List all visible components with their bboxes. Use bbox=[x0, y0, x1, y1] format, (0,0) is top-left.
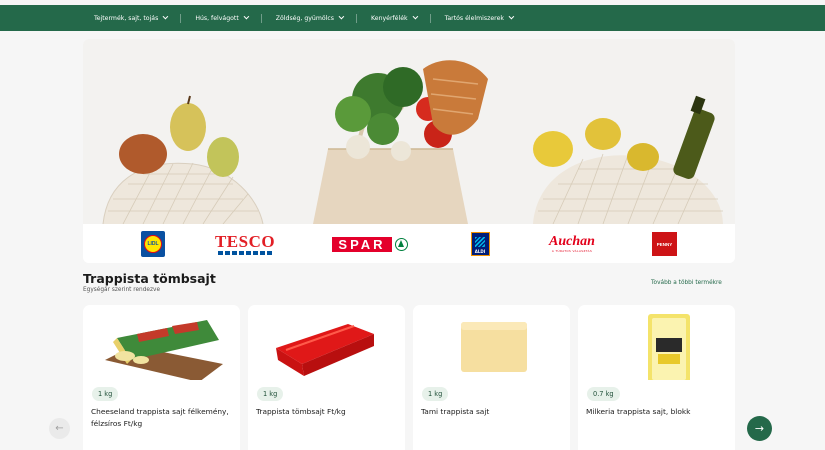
product-card[interactable]: 1 kg Cheeseland trappista sajt félkemény… bbox=[83, 305, 240, 450]
nav-divider bbox=[356, 13, 358, 23]
chevron-down-icon bbox=[338, 13, 345, 20]
nav-item-bread[interactable]: Kenyérfélék bbox=[371, 13, 418, 22]
aldi-logo-text: ALDI bbox=[474, 249, 486, 254]
store-logos-row: LIDL TESCO SPAR ALDI Auchan A TÚRATOS VÁL… bbox=[83, 224, 735, 263]
penny-logo-text: PENNY bbox=[652, 232, 677, 256]
product-card[interactable]: 0.7 kg Milkeria trappista sajt, blokk bbox=[578, 305, 735, 450]
tesco-logo[interactable]: TESCO bbox=[215, 231, 275, 257]
tesco-stripes bbox=[218, 251, 272, 255]
arrow-left-icon: ← bbox=[55, 423, 64, 434]
product-image bbox=[413, 305, 570, 383]
product-card[interactable]: 1 kg Tami trappista sajt bbox=[413, 305, 570, 450]
spar-logo-text: SPAR bbox=[332, 236, 392, 252]
penny-logo[interactable]: PENNY bbox=[652, 231, 677, 257]
spar-tree-icon bbox=[394, 237, 408, 251]
chevron-down-icon bbox=[508, 13, 515, 20]
tesco-logo-text: TESCO bbox=[214, 232, 276, 251]
more-products-link[interactable]: Tovább a többi termékre bbox=[651, 280, 722, 286]
chevron-down-icon bbox=[243, 13, 250, 20]
chevron-down-icon bbox=[162, 13, 169, 20]
nav-divider bbox=[429, 13, 431, 23]
auchan-logo-text: Auchan bbox=[549, 234, 595, 249]
nav-item-label: Tartós élelmiszerek bbox=[444, 14, 504, 22]
product-name: Trappista tömbsajt Ft/kg bbox=[256, 407, 346, 416]
chevron-down-icon bbox=[412, 13, 418, 20]
product-card[interactable]: 1 kg Trappista tömbsajt Ft/kg bbox=[248, 305, 405, 450]
nav-item-produce[interactable]: Zöldség, gyümölcs bbox=[275, 13, 345, 22]
spar-logo[interactable]: SPAR bbox=[324, 231, 416, 257]
quantity-badge: 1 kg bbox=[257, 387, 284, 401]
quantity-badge: 0.7 kg bbox=[587, 387, 620, 401]
product-name: Tami trappista sajt bbox=[421, 407, 490, 416]
nav-item-label: Zöldség, gyümölcs bbox=[275, 14, 335, 22]
aldi-logo[interactable]: ALDI bbox=[470, 231, 490, 257]
aldi-stripes bbox=[475, 237, 485, 247]
product-image bbox=[248, 305, 405, 383]
quantity-badge: 1 kg bbox=[422, 387, 449, 401]
product-name: Cheeseland trappista sajt félkemény, fél… bbox=[91, 407, 229, 428]
carousel-prev-button[interactable]: ← bbox=[49, 418, 70, 439]
nav-item-label: Tejtermék, sajt, tojás bbox=[94, 14, 159, 22]
auchan-tagline: A TÚRATOS VÁLASZTÁS bbox=[551, 249, 593, 253]
nav-item-pantry[interactable]: Tartós élelmiszerek bbox=[444, 13, 515, 22]
product-name: Milkeria trappista sajt, blokk bbox=[586, 407, 691, 416]
nav-item-dairy[interactable]: Tejtermék, sajt, tojás bbox=[94, 13, 169, 22]
nav-divider bbox=[180, 13, 182, 23]
quantity-badge: 1 kg bbox=[92, 387, 119, 401]
carousel-next-button[interactable]: → bbox=[747, 416, 772, 441]
nav-divider bbox=[260, 13, 262, 23]
nav-item-label: Kenyérfélék bbox=[371, 14, 408, 22]
section-title: Trappista tömbsajt bbox=[83, 271, 216, 286]
category-nav: Tejtermék, sajt, tojás Hús, felvágott Zö… bbox=[0, 5, 825, 31]
product-image bbox=[578, 305, 735, 383]
product-image bbox=[83, 305, 240, 383]
lidl-logo-text: LIDL bbox=[144, 235, 162, 253]
aldi-logo-box: ALDI bbox=[470, 232, 490, 256]
nav-item-meat[interactable]: Hús, felvágott bbox=[195, 13, 250, 22]
lidl-logo[interactable]: LIDL bbox=[141, 231, 165, 257]
arrow-right-icon: → bbox=[754, 422, 765, 435]
section-subtitle: Egységár szerint rendezve bbox=[83, 287, 161, 293]
groceries-illustration bbox=[83, 39, 735, 224]
nav-item-label: Hús, felvágott bbox=[195, 14, 239, 22]
auchan-logo[interactable]: Auchan A TÚRATOS VÁLASZTÁS bbox=[544, 231, 600, 257]
